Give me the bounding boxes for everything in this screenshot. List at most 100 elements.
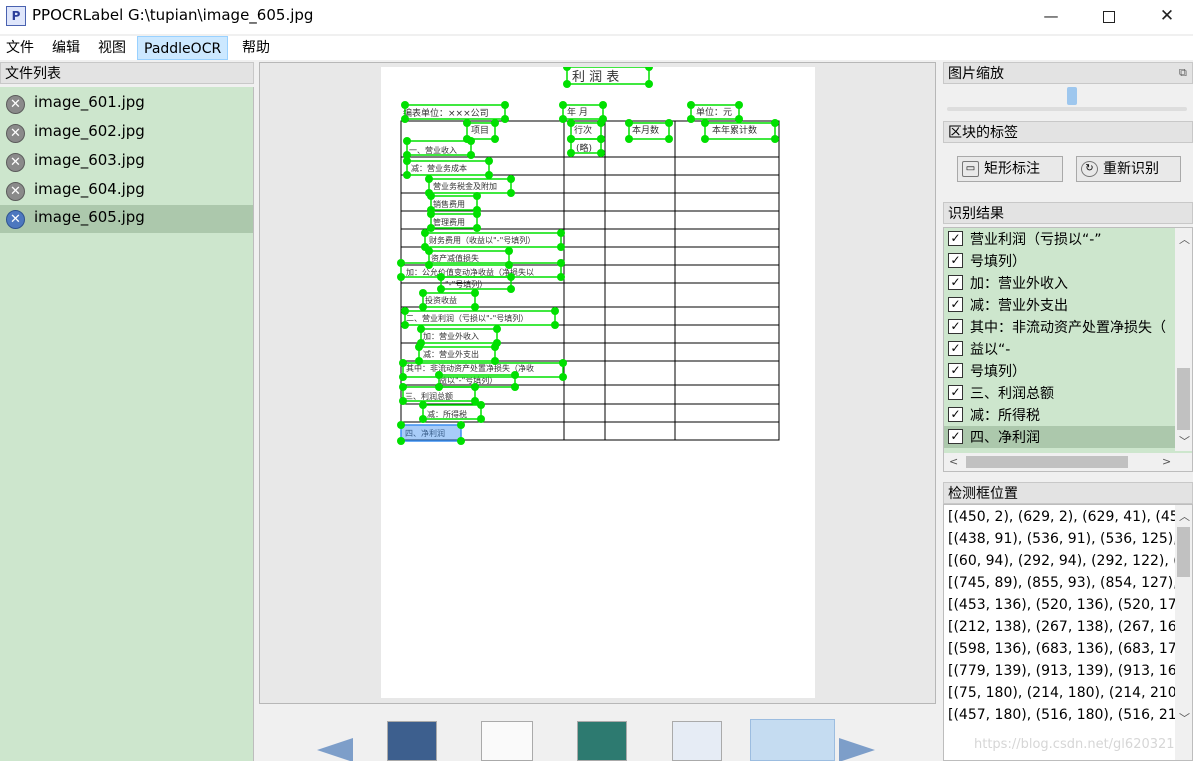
annotation-vertex[interactable]	[645, 80, 653, 88]
file-item[interactable]: ✕ image_602.jpg	[0, 119, 253, 147]
annotation-vertex[interactable]	[419, 401, 427, 409]
annotation-vertex[interactable]	[735, 101, 743, 109]
thumbnail[interactable]	[481, 721, 533, 761]
maximize-button[interactable]	[1080, 0, 1138, 34]
annotation-vertex[interactable]	[557, 273, 565, 281]
menu-file[interactable]: 文件	[0, 36, 40, 60]
annotation-vertex[interactable]	[559, 373, 567, 381]
thumbnail[interactable]	[387, 721, 437, 761]
annotation-vertex[interactable]	[597, 149, 605, 157]
annotation-vertex[interactable]	[473, 210, 481, 218]
annotation-vertex[interactable]	[491, 357, 499, 365]
position-item[interactable]: [(457, 180), (516, 180), (516, 211	[948, 707, 1186, 723]
annotation-box[interactable]	[400, 424, 462, 442]
close-button[interactable]: ✕	[1138, 0, 1193, 34]
annotation-vertex[interactable]	[467, 151, 475, 159]
annotation-vertex[interactable]	[701, 119, 709, 127]
annotation-vertex[interactable]	[735, 115, 743, 123]
redetect-button[interactable]: ↻ 重新识别	[1076, 156, 1181, 182]
annotation-vertex[interactable]	[645, 67, 653, 71]
annotation-vertex[interactable]	[421, 229, 429, 237]
image-canvas[interactable]: 利 润 表 编表单位：×××公司 年 月 单位：元 项目 行次 本月数 本年累计…	[259, 62, 936, 704]
annotation-vertex[interactable]	[625, 119, 633, 127]
annotation-vertex[interactable]	[771, 135, 779, 143]
annotation-vertex[interactable]	[457, 421, 465, 429]
annotation-vertex[interactable]	[559, 101, 567, 109]
annotation-vertex[interactable]	[425, 261, 433, 269]
result-item[interactable]: ✓ 减：营业外支出	[944, 294, 1177, 316]
result-item[interactable]: ✓ 号填列）	[944, 360, 1177, 382]
annotation-vertex[interactable]	[687, 101, 695, 109]
zoom-slider-track[interactable]	[947, 107, 1187, 111]
annotation-vertex[interactable]	[551, 321, 559, 329]
scroll-thumb[interactable]	[1177, 527, 1190, 577]
checkbox-icon[interactable]: ✓	[948, 231, 963, 246]
position-item[interactable]: [(779, 139), (913, 139), (913, 167	[948, 663, 1186, 679]
checkbox-icon[interactable]: ✓	[948, 341, 963, 356]
annotation-vertex[interactable]	[507, 189, 515, 197]
thumbnail-selected[interactable]	[750, 719, 835, 761]
annotation-vertex[interactable]	[485, 157, 493, 165]
annotation-vertex[interactable]	[471, 289, 479, 297]
next-arrow-icon[interactable]	[839, 738, 875, 761]
annotation-vertex[interactable]	[625, 135, 633, 143]
thumbnail[interactable]	[577, 721, 627, 761]
annotation-vertex[interactable]	[505, 247, 513, 255]
position-item[interactable]: [(60, 94), (292, 94), (292, 122), (6	[948, 553, 1188, 569]
annotation-vertex[interactable]	[401, 115, 409, 123]
file-item[interactable]: ✕ image_604.jpg	[0, 177, 253, 205]
file-item[interactable]: ✕ image_601.jpg	[0, 90, 253, 118]
annotation-vertex[interactable]	[399, 383, 407, 391]
annotation-vertex[interactable]	[567, 135, 575, 143]
annotation-vertex[interactable]	[403, 171, 411, 179]
annotation-vertex[interactable]	[507, 273, 515, 281]
position-item[interactable]: [(598, 136), (683, 136), (683, 171	[948, 641, 1186, 657]
annotation-vertex[interactable]	[501, 115, 509, 123]
annotation-vertex[interactable]	[471, 303, 479, 311]
annotation-vertex[interactable]	[397, 273, 405, 281]
annotation-vertex[interactable]	[511, 371, 519, 379]
prev-arrow-icon[interactable]	[317, 738, 353, 761]
annotation-vertex[interactable]	[557, 259, 565, 267]
result-horizontal-scrollbar[interactable]: < >	[944, 453, 1192, 471]
annotation-vertex[interactable]	[471, 383, 479, 391]
minimize-button[interactable]: —	[1022, 0, 1080, 34]
checkbox-icon[interactable]: ✓	[948, 363, 963, 378]
checkbox-icon[interactable]: ✓	[948, 253, 963, 268]
zoom-slider-handle[interactable]	[1066, 87, 1077, 105]
annotation-vertex[interactable]	[493, 325, 501, 333]
position-vertical-scrollbar[interactable]: ︿ ﹀	[1175, 505, 1192, 760]
annotation-vertex[interactable]	[599, 101, 607, 109]
chevron-down-icon[interactable]: ﹀	[1179, 433, 1190, 449]
annotation-vertex[interactable]	[427, 192, 435, 200]
annotation-vertex[interactable]	[399, 373, 407, 381]
annotation-vertex[interactable]	[427, 210, 435, 218]
annotation-vertex[interactable]	[419, 303, 427, 311]
annotation-vertex[interactable]	[505, 261, 513, 269]
checkbox-icon[interactable]: ✓	[948, 275, 963, 290]
annotation-vertex[interactable]	[457, 437, 465, 445]
position-item[interactable]: [(450, 2), (629, 2), (629, 41), (450	[948, 509, 1188, 525]
annotation-vertex[interactable]	[567, 149, 575, 157]
annotation-vertex[interactable]	[551, 307, 559, 315]
annotation-vertex[interactable]	[397, 259, 405, 267]
menu-paddleocr[interactable]: PaddleOCR	[137, 36, 229, 60]
annotation-vertex[interactable]	[417, 325, 425, 333]
annotation-vertex[interactable]	[403, 157, 411, 165]
position-item[interactable]: [(745, 89), (855, 93), (854, 127),	[948, 575, 1178, 591]
position-item[interactable]: [(75, 180), (214, 180), (214, 210)	[948, 685, 1182, 701]
annotation-vertex[interactable]	[665, 135, 673, 143]
file-item-selected[interactable]: ✕ image_605.jpg	[0, 205, 253, 233]
checkbox-icon[interactable]: ✓	[948, 429, 963, 444]
chevron-left-icon[interactable]: <	[949, 455, 958, 468]
result-item[interactable]: ✓ 三、利润总额	[944, 382, 1177, 404]
result-item[interactable]: ✓ 益以“-	[944, 338, 1177, 360]
annotation-vertex[interactable]	[401, 101, 409, 109]
result-item[interactable]: ✓ 减：所得税	[944, 404, 1177, 426]
result-item[interactable]: ✓ 加：营业外收入	[944, 272, 1177, 294]
annotation-vertex[interactable]	[401, 321, 409, 329]
position-item[interactable]: [(438, 91), (536, 91), (536, 125),	[948, 531, 1178, 547]
annotation-vertex[interactable]	[467, 137, 475, 145]
annotation-vertex[interactable]	[473, 224, 481, 232]
annotation-vertex[interactable]	[415, 343, 423, 351]
